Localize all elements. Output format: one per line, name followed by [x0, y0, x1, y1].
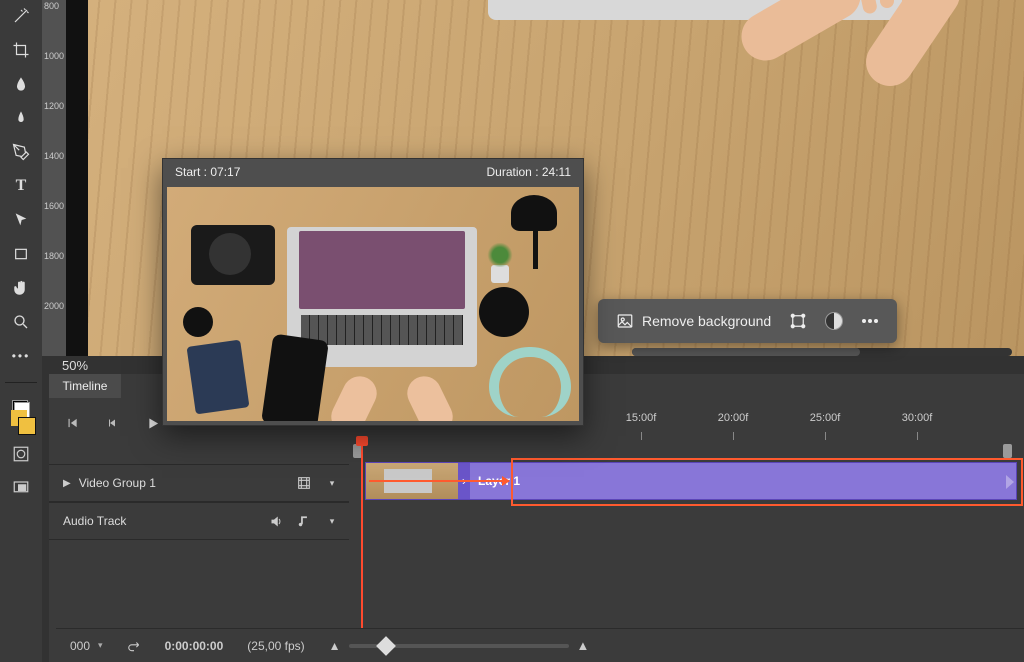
- play-button[interactable]: [141, 412, 163, 434]
- wand-tool-icon[interactable]: [9, 4, 33, 28]
- annotation-arrow: [369, 480, 509, 482]
- clip-end-icon: [1006, 475, 1014, 489]
- timeline-footer: 000 ▾ 0:00:00:00 (25,00 fps) ▲ ▲: [56, 628, 1024, 662]
- chevron-down-icon[interactable]: ▾: [323, 512, 341, 530]
- fps-display[interactable]: (25,00 fps): [247, 639, 304, 653]
- speaker-icon[interactable]: [267, 512, 285, 530]
- time-tick: 20:00f: [718, 412, 749, 424]
- adjust-button[interactable]: [825, 312, 843, 330]
- frame-counter[interactable]: 000 ▾: [70, 639, 103, 653]
- type-tool-icon[interactable]: T: [9, 174, 33, 198]
- preview-header: Start : 07:17 Duration : 24:11: [163, 159, 583, 185]
- vertical-ruler: 800 1000 1200 1400 1600 1800 2000: [42, 0, 66, 356]
- transform-button[interactable]: [789, 312, 807, 330]
- hand-tool-icon[interactable]: [9, 276, 33, 300]
- pen-tool-icon[interactable]: [9, 140, 33, 164]
- frame-counter-value: 000: [70, 639, 90, 653]
- ruler-mark: 1200: [44, 101, 64, 111]
- ruler-mark: 1400: [44, 151, 64, 161]
- lower-sidebar: [0, 408, 42, 500]
- crop-tool-icon[interactable]: [9, 38, 33, 62]
- clips-lane[interactable]: › Layer 1: [353, 436, 1020, 628]
- timeline-tab[interactable]: Timeline: [49, 374, 121, 398]
- chevron-down-icon[interactable]: ▾: [323, 474, 341, 492]
- time-tick: 30:00f: [902, 412, 933, 424]
- image-icon: [616, 312, 634, 330]
- scrollbar-thumb[interactable]: [632, 348, 860, 356]
- track-header-video-group[interactable]: ▶ Video Group 1 ▾: [49, 464, 349, 502]
- timecode-display[interactable]: 0:00:00:00: [165, 639, 224, 653]
- ruler-mark: 1600: [44, 201, 64, 211]
- timecode-value: 0:00:00:00: [165, 639, 224, 653]
- canvas-horizontal-scrollbar[interactable]: [632, 348, 1012, 356]
- playhead[interactable]: [361, 440, 363, 628]
- zoom-out-icon[interactable]: ▲: [329, 639, 341, 653]
- transport-controls: [61, 412, 163, 434]
- transform-icon: [789, 312, 807, 330]
- redo-icon[interactable]: [127, 639, 141, 653]
- track-name: Video Group 1: [79, 476, 156, 490]
- eyedropper-tool-icon[interactable]: [9, 72, 33, 96]
- ellipsis-icon: [861, 312, 879, 330]
- prop-fingers: [858, 0, 968, 28]
- left-toolbar: T •••: [0, 0, 42, 662]
- color-swatch-icon[interactable]: [9, 408, 33, 432]
- work-area-end-handle[interactable]: [1003, 444, 1012, 458]
- ruler-mark: 800: [44, 1, 59, 11]
- more-tools-icon[interactable]: •••: [9, 344, 33, 368]
- path-select-tool-icon[interactable]: [9, 208, 33, 232]
- zoom-level-label[interactable]: 50%: [62, 358, 88, 373]
- slider-thumb[interactable]: [376, 636, 396, 656]
- zoom-in-icon[interactable]: ▲: [577, 638, 590, 653]
- brush-tool-icon[interactable]: [9, 106, 33, 130]
- half-circle-icon: [825, 312, 843, 330]
- go-to-start-button[interactable]: [61, 412, 83, 434]
- ruler-mark: 1800: [44, 251, 64, 261]
- preview-thumbnail: [167, 187, 579, 421]
- quickmask-icon[interactable]: [9, 442, 33, 466]
- rectangle-tool-icon[interactable]: [9, 242, 33, 266]
- music-note-icon[interactable]: [295, 512, 313, 530]
- contextual-action-bar: Remove background: [598, 299, 897, 343]
- remove-background-button[interactable]: Remove background: [616, 312, 771, 330]
- filmstrip-icon[interactable]: [295, 474, 313, 492]
- screenmode-icon[interactable]: [9, 476, 33, 500]
- time-tick: 15:00f: [626, 412, 657, 424]
- preview-duration-label: Duration : 24:11: [487, 165, 572, 179]
- prev-frame-button[interactable]: [101, 412, 123, 434]
- remove-background-label: Remove background: [642, 313, 771, 329]
- zoom-tool-icon[interactable]: [9, 310, 33, 334]
- time-tick: 25:00f: [810, 412, 841, 424]
- track-header-audio[interactable]: Audio Track ▾: [49, 502, 349, 540]
- more-actions-button[interactable]: [861, 312, 879, 330]
- toolbar-divider: [5, 382, 37, 383]
- clip-preview-popup: Start : 07:17 Duration : 24:11: [162, 158, 584, 426]
- chevron-right-icon[interactable]: ▶: [63, 478, 71, 489]
- prop-fingers: [748, 0, 858, 14]
- chevron-down-icon: ▾: [98, 640, 103, 651]
- track-name: Audio Track: [63, 514, 126, 528]
- ruler-mark: 2000: [44, 301, 64, 311]
- preview-start-label: Start : 07:17: [175, 165, 240, 179]
- timeline-zoom-slider[interactable]: ▲ ▲: [329, 638, 590, 653]
- ruler-mark: 1000: [44, 51, 64, 61]
